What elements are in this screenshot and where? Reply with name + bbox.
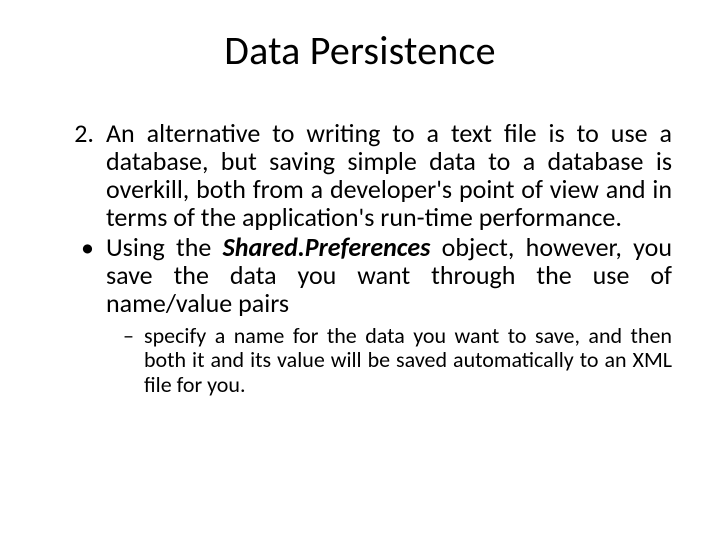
sub-bullet-text: specify a name for the data you want to …	[144, 324, 672, 398]
slide: Data Persistence 2. An alternative to wr…	[0, 0, 720, 540]
bullet-text: Using the Shared.Preferences object, how…	[106, 233, 672, 317]
numbered-item: 2. An alternative to writing to a text f…	[48, 119, 672, 231]
numbered-marker: 2.	[48, 119, 106, 231]
sub-bullet-item: – specify a name for the data you want t…	[106, 324, 672, 398]
bullet-marker: •	[48, 233, 106, 317]
bullet-item: • Using the Shared.Preferences object, h…	[48, 233, 672, 317]
numbered-text: An alternative to writing to a text file…	[106, 119, 672, 231]
page-title: Data Persistence	[48, 26, 672, 75]
sub-bullet-marker: –	[106, 324, 144, 398]
